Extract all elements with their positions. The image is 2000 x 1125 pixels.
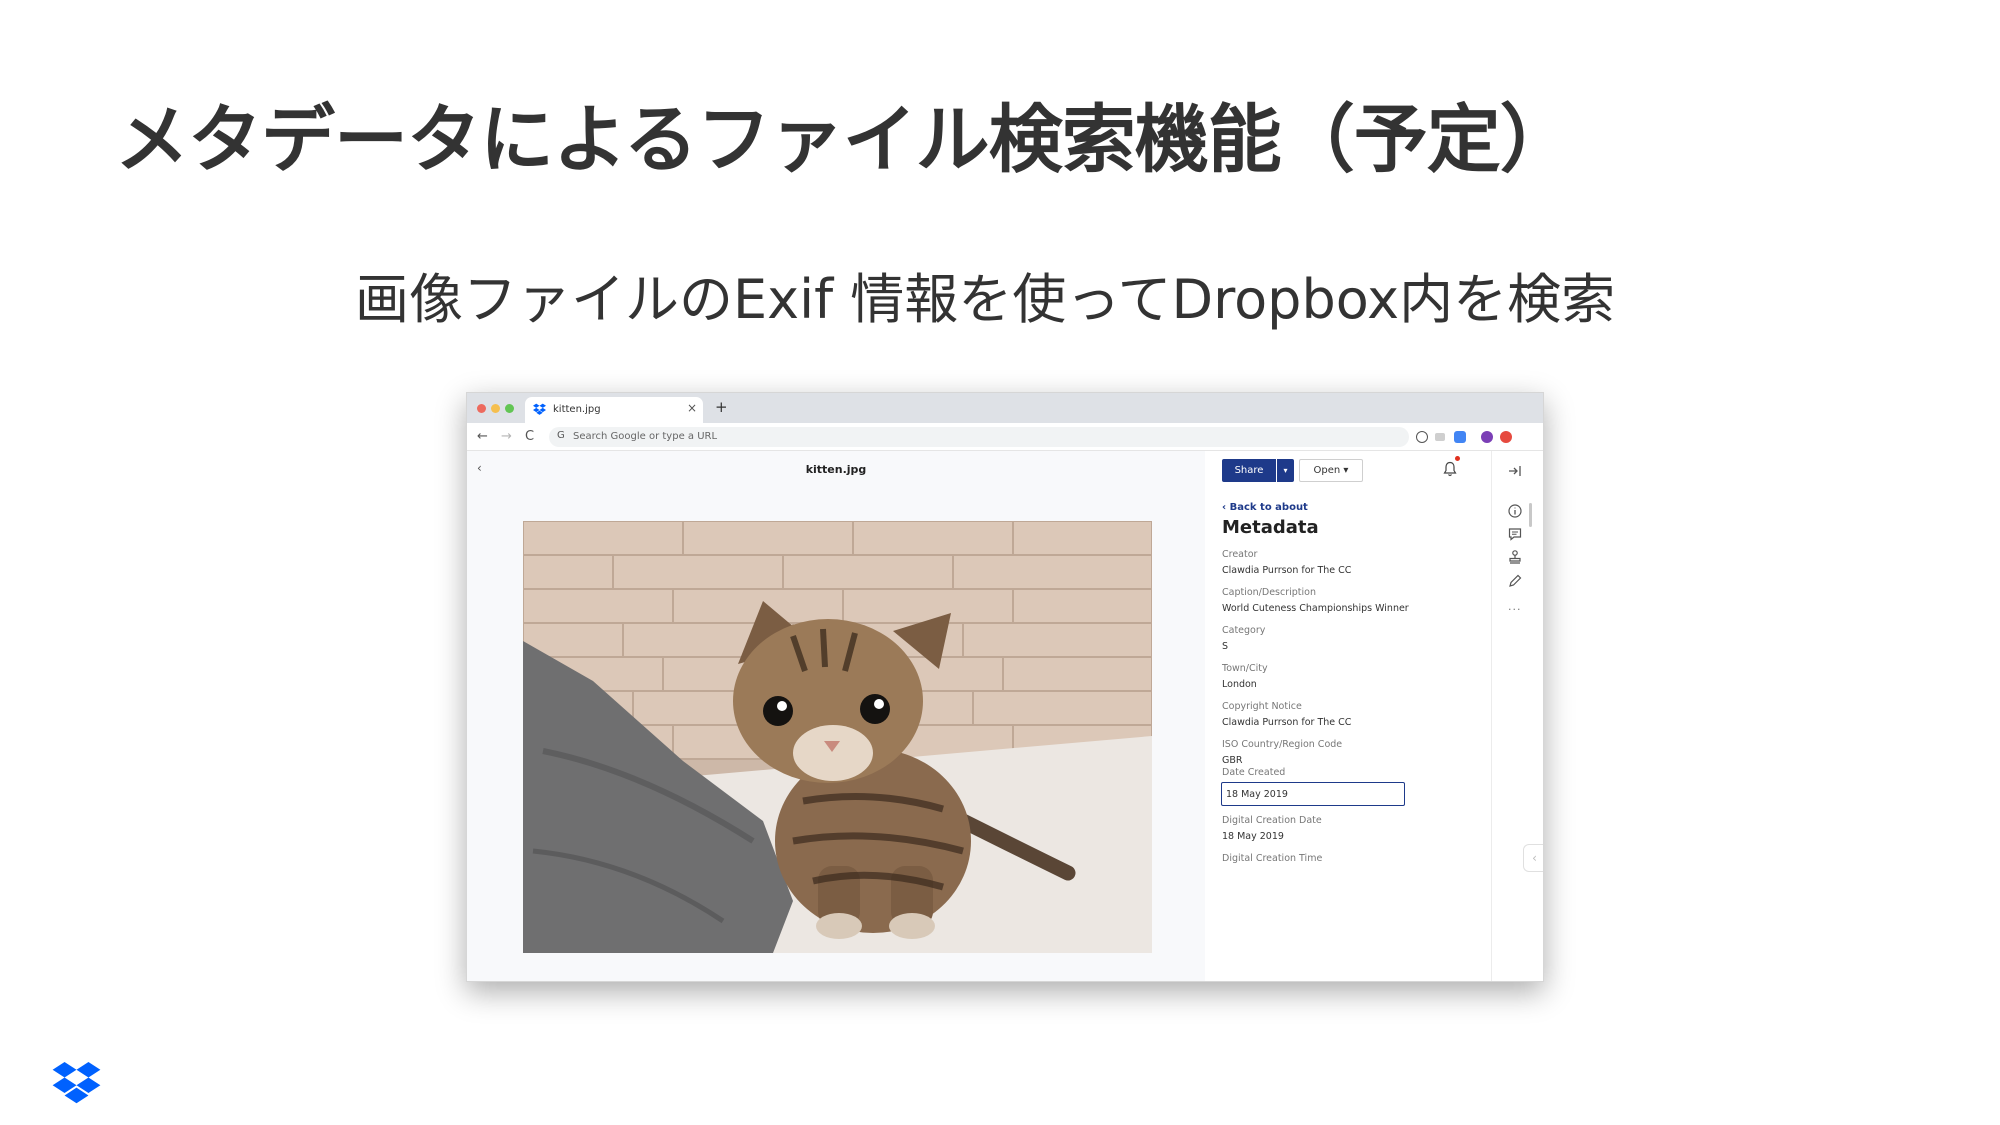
viewer-filename: kitten.jpg (805, 463, 867, 476)
copyright-label: Copyright Notice (1222, 701, 1302, 712)
digital-creation-date-label: Digital Creation Date (1222, 815, 1322, 826)
window-maximize-button[interactable] (505, 404, 514, 413)
comment-icon[interactable] (1507, 526, 1523, 542)
category-value: S (1222, 641, 1229, 652)
omnibox-placeholder[interactable]: Search Google or type a URL (573, 431, 717, 442)
dropbox-icon (533, 403, 546, 415)
digital-creation-time-label: Digital Creation Time (1222, 853, 1323, 864)
omnibox[interactable]: G Search Google or type a URL (549, 427, 1409, 447)
caption-value: World Cuteness Championships Winner (1222, 603, 1409, 614)
right-rail-divider (1491, 451, 1492, 981)
notification-dot (1455, 456, 1460, 461)
profile-avatar[interactable] (1481, 431, 1493, 443)
exit-panel-icon[interactable] (1507, 463, 1523, 479)
back-to-about-link[interactable]: ‹ Back to about (1222, 502, 1308, 513)
more-icon[interactable]: ··· (1508, 603, 1522, 616)
creator-label: Creator (1222, 549, 1258, 560)
forward-arrow-icon[interactable]: → (501, 429, 512, 444)
town-city-label: Town/City (1222, 663, 1268, 674)
stamp-icon[interactable] (1507, 549, 1523, 565)
copyright-value: Clawdia Purrson for The CC (1222, 717, 1352, 728)
kitten-photo (523, 521, 1152, 953)
slide-subtitle: 画像ファイルのExif 情報を使ってDropbox内を検索 (355, 268, 1616, 331)
share-button[interactable]: Share (1222, 459, 1276, 482)
info-icon[interactable] (1507, 503, 1523, 519)
dropbox-logo-icon (52, 1062, 101, 1104)
country-code-value: GBR (1222, 755, 1243, 766)
extension-red-icon[interactable] (1500, 431, 1512, 443)
extension-blue-icon[interactable] (1454, 431, 1466, 443)
date-created-label: Date Created (1222, 767, 1286, 778)
window-close-button[interactable] (477, 404, 486, 413)
open-button[interactable]: Open ▾ (1299, 459, 1363, 482)
address-bar: ← → C G Search Google or type a URL (467, 423, 1543, 451)
pencil-icon[interactable] (1507, 573, 1523, 589)
extension-grey-icon[interactable] (1435, 433, 1445, 441)
town-city-value: London (1222, 679, 1257, 690)
reload-icon[interactable]: C (525, 429, 534, 444)
country-code-label: ISO Country/Region Code (1222, 739, 1343, 750)
metadata-heading: Metadata (1222, 517, 1319, 538)
date-created-field[interactable] (1221, 782, 1405, 806)
bell-icon[interactable] (1443, 461, 1457, 477)
collapse-panel-chevron-icon[interactable]: ‹ (1523, 844, 1543, 872)
browser-window: kitten.jpg × + ← → C G Search Google or … (466, 392, 1544, 982)
back-arrow-icon[interactable]: ← (477, 429, 488, 444)
category-label: Category (1222, 625, 1266, 636)
digital-creation-date-value: 18 May 2019 (1222, 831, 1284, 842)
window-minimize-button[interactable] (491, 404, 500, 413)
caption-label: Caption/Description (1222, 587, 1316, 598)
file-viewer: ‹ kitten.jpg (467, 451, 1205, 981)
tab-bar: kitten.jpg × + (467, 393, 1543, 423)
share-menu-chevron-icon[interactable]: ▾ (1277, 459, 1294, 482)
scrollbar[interactable] (1529, 503, 1532, 527)
tab-close-icon[interactable]: × (687, 401, 697, 415)
slide-title: メタデータによるファイル検索機能（予定） (115, 97, 1574, 183)
tab-title: kitten.jpg (553, 404, 601, 415)
creator-value: Clawdia Purrson for The CC (1222, 565, 1352, 576)
extension-info-icon[interactable] (1416, 431, 1428, 443)
new-tab-button[interactable]: + (715, 398, 728, 416)
tab-kitten[interactable]: kitten.jpg × (525, 397, 703, 423)
google-icon: G (557, 430, 565, 441)
metadata-panel: Share ▾ Open ▾ ‹ Back to about Metadata … (1205, 451, 1543, 981)
